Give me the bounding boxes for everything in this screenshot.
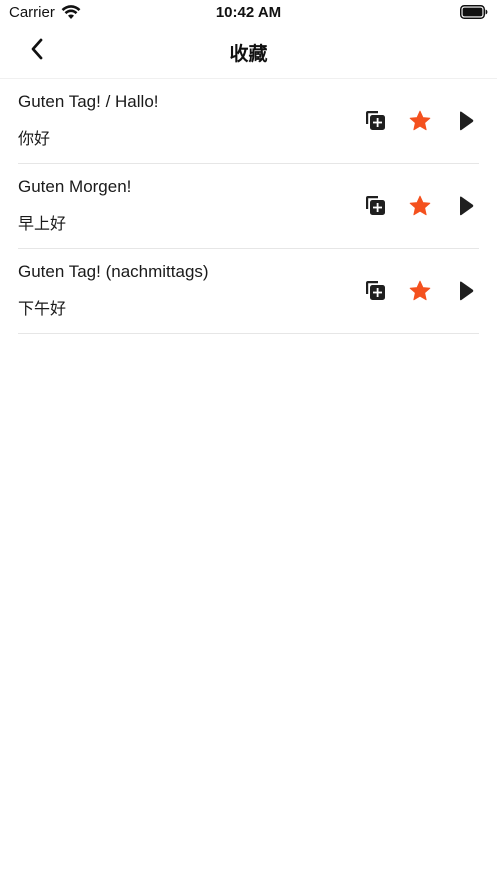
play-button[interactable] (451, 277, 479, 305)
status-bar: Carrier 10:42 AM (0, 0, 497, 26)
status-time: 10:42 AM (215, 4, 282, 21)
favorite-star-button[interactable] (406, 107, 434, 135)
copy-add-button[interactable] (361, 192, 389, 220)
phrase-german: Guten Morgen! (18, 177, 132, 196)
favorites-list: Guten Tag! / Hallo! 你好 Guten Morgen! 早上好… (18, 79, 479, 334)
phrase-chinese: 早上好 (18, 216, 67, 233)
item-actions (344, 192, 479, 220)
star-icon (408, 194, 432, 218)
favorite-star-button[interactable] (406, 277, 434, 305)
copy-add-button[interactable] (361, 277, 389, 305)
play-icon (453, 194, 477, 218)
phrase-chinese: 你好 (18, 131, 51, 148)
list-item[interactable]: Guten Tag! / Hallo! 你好 (18, 79, 479, 164)
copy-add-icon (363, 194, 387, 218)
play-icon (453, 279, 477, 303)
list-item[interactable]: Guten Morgen! 早上好 (18, 164, 479, 249)
star-icon (408, 109, 432, 133)
item-actions (344, 277, 479, 305)
copy-add-icon (363, 279, 387, 303)
phrase-german: Guten Tag! / Hallo! (18, 92, 159, 111)
play-button[interactable] (451, 192, 479, 220)
copy-add-icon (363, 109, 387, 133)
star-icon (408, 279, 432, 303)
favorite-star-button[interactable] (406, 192, 434, 220)
play-icon (453, 109, 477, 133)
copy-add-button[interactable] (361, 107, 389, 135)
nav-bar: 收藏 (0, 26, 497, 79)
battery-icon (460, 5, 488, 19)
phrase-chinese: 下午好 (18, 301, 67, 318)
play-button[interactable] (451, 107, 479, 135)
item-actions (344, 107, 479, 135)
page-title: 收藏 (229, 44, 268, 65)
list-item[interactable]: Guten Tag! (nachmittags) 下午好 (18, 249, 479, 334)
phrase-german: Guten Tag! (nachmittags) (18, 262, 209, 281)
